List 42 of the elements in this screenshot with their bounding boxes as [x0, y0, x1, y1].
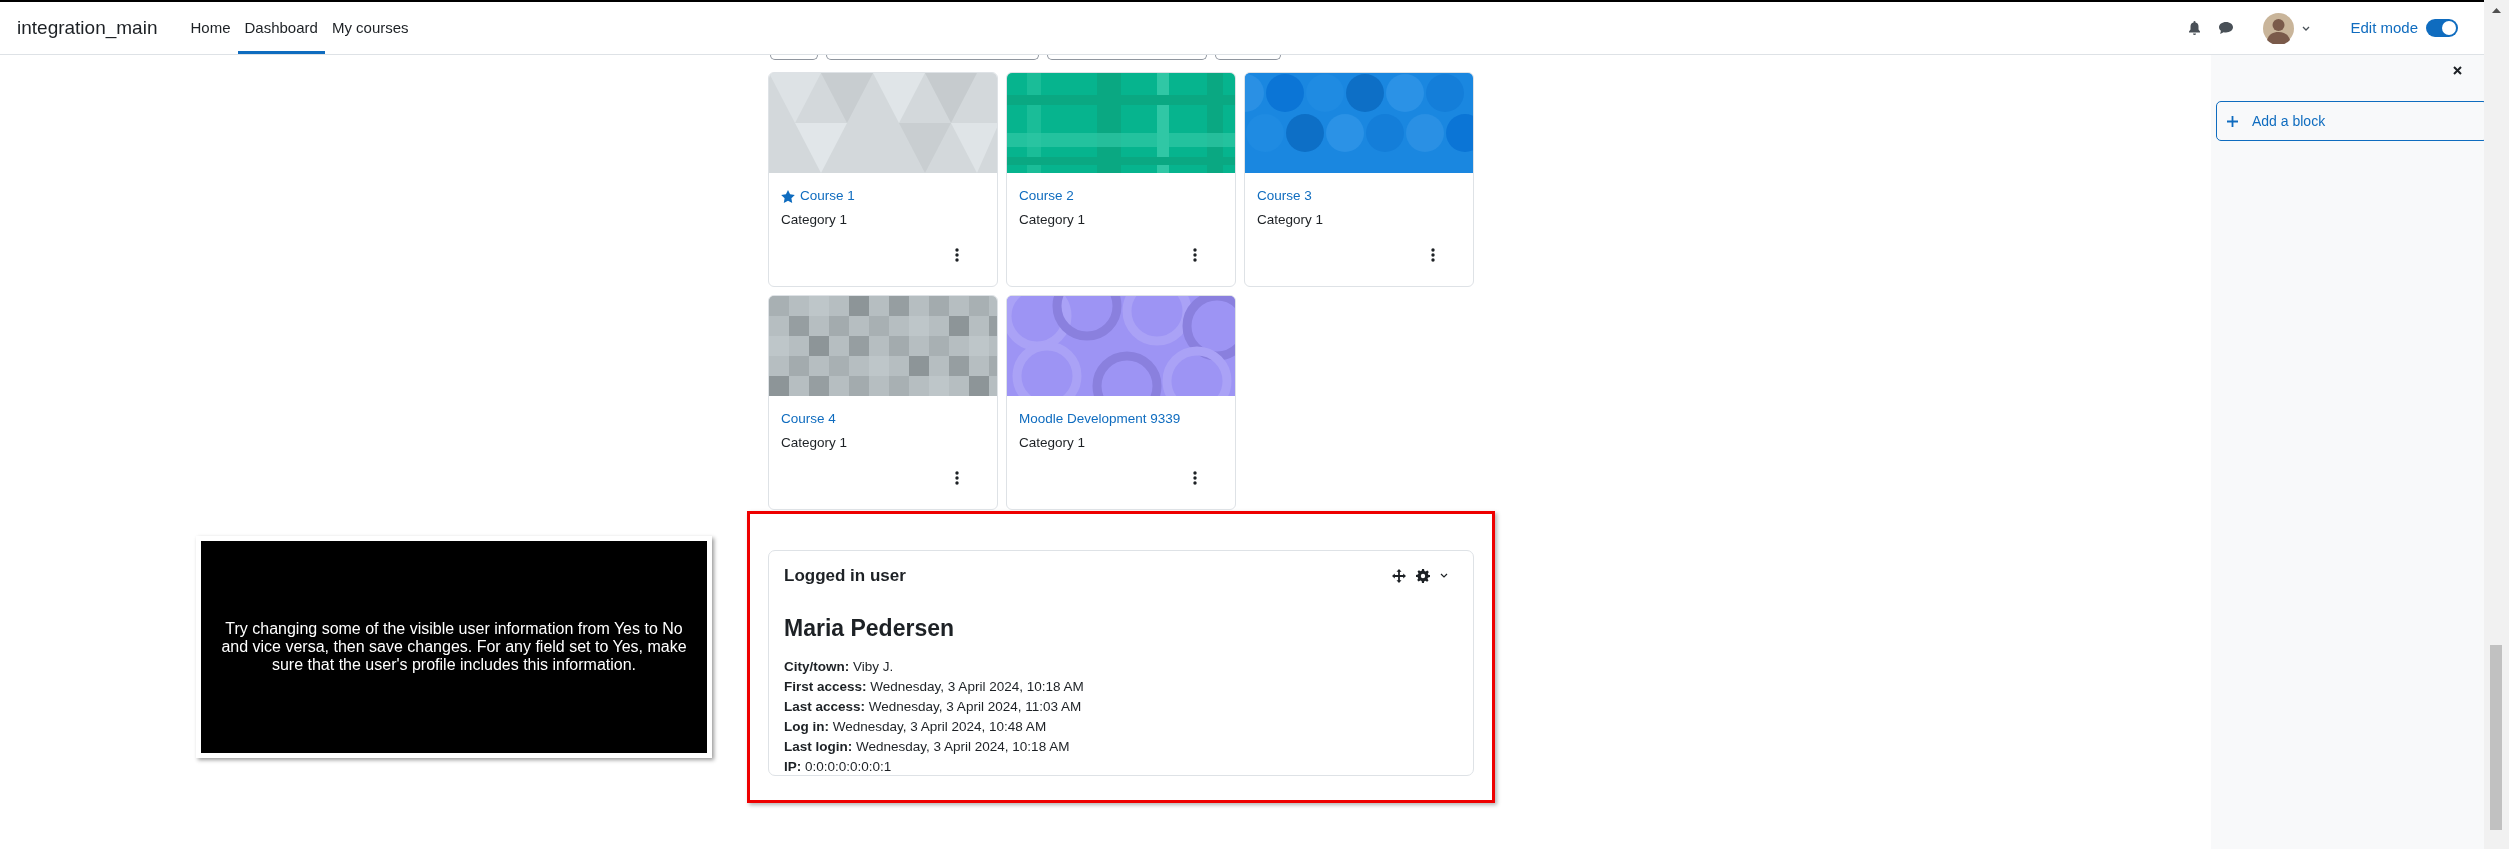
- user-detail: City/town: Viby J.: [784, 658, 894, 676]
- nav-tab[interactable]: Dashboard: [237, 2, 325, 54]
- user-detail: Last login: Wednesday, 3 April 2024, 10:18 AM: [784, 738, 1070, 756]
- plus-icon: [2227, 115, 2238, 127]
- close-icon[interactable]: [2453, 66, 2462, 75]
- course-link[interactable]: Moodle Development 9339: [1019, 409, 1181, 430]
- site-name[interactable]: integration_main: [17, 13, 158, 43]
- user-avatar-icon[interactable]: [2263, 12, 2295, 44]
- more-options-icon[interactable]: [955, 248, 959, 262]
- chevron-down-icon[interactable]: [1440, 573, 1448, 579]
- course-link[interactable]: Course 1: [800, 186, 855, 207]
- user-detail: Last access: Wednesday, 3 April 2024, 11:03 AM: [784, 698, 1082, 716]
- user-detail: First access: Wednesday, 3 April 2024, 10:18 AM: [784, 678, 1084, 696]
- move-icon[interactable]: [1392, 568, 1406, 583]
- more-options-icon[interactable]: [1193, 248, 1197, 262]
- tour-tip-text: Try changing some of the visible user information from Yes to No and vice versa, then save changes. For any field set to Yes, make sure that the user's profile includes this information.: [220, 620, 688, 674]
- course-link[interactable]: Course 4: [781, 409, 836, 430]
- more-options-icon[interactable]: [955, 471, 959, 485]
- course-category: Category 1: [1019, 434, 1086, 453]
- course-category: Category 1: [1257, 211, 1324, 230]
- nav-tab[interactable]: Home: [183, 2, 238, 54]
- course-link[interactable]: Course 2: [1019, 186, 1074, 207]
- more-options-icon[interactable]: [1193, 471, 1197, 485]
- nav-tab[interactable]: My courses: [324, 2, 416, 54]
- chevron-down-icon[interactable]: [2302, 25, 2311, 31]
- notification-bell-icon[interactable]: [2188, 21, 2202, 35]
- settings-icon[interactable]: [1416, 568, 1430, 583]
- course-category: Category 1: [781, 434, 848, 453]
- course-category: Category 1: [1019, 211, 1086, 230]
- user-detail: Log in: Wednesday, 3 April 2024, 10:48 AM: [784, 718, 1047, 736]
- edit-mode-label: Edit mode: [2350, 17, 2418, 38]
- course-link[interactable]: Course 3: [1257, 186, 1312, 207]
- edit-mode-toggle[interactable]: [2426, 19, 2458, 37]
- course-category: Category 1: [781, 211, 848, 230]
- more-options-icon[interactable]: [1431, 248, 1435, 262]
- scroll-up-icon[interactable]: [2492, 8, 2501, 13]
- chat-bubble-icon[interactable]: [2219, 22, 2234, 34]
- user-name: Maria Pedersen: [784, 613, 956, 643]
- scrollbar-thumb[interactable]: [2490, 645, 2502, 830]
- user-detail: IP: 0:0:0:0:0:0:0:1: [784, 758, 892, 776]
- scrollbar[interactable]: [2484, 0, 2509, 849]
- block-title: Logged in user: [784, 565, 906, 587]
